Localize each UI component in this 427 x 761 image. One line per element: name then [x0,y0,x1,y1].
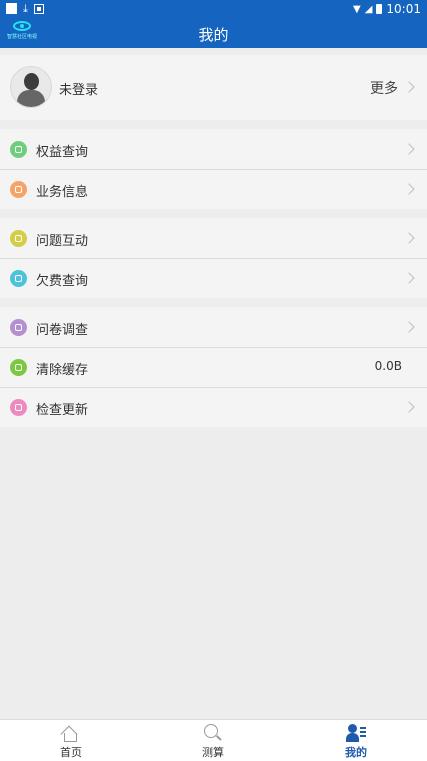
signal-icon: ◢ [364,3,373,15]
menu-item-question-interaction[interactable]: 问题互动 [0,218,427,258]
update-icon [10,399,27,416]
menu-item-survey[interactable]: 问卷调查 [0,307,427,347]
search-icon [204,724,218,738]
chevron-right-icon [403,183,415,195]
download-icon: ⤓ [23,2,28,15]
chevron-right-icon [403,81,415,93]
business-icon [10,181,27,198]
menu-group-1: 权益查询 业务信息 [0,129,427,209]
chevron-right-icon [403,272,415,284]
chevron-right-icon [403,143,415,155]
tab-mine[interactable]: 我的 [285,720,427,761]
menu-item-label: 问卷调查 [36,323,89,338]
notification-square-icon [6,3,17,14]
status-time: 10:01 [386,2,421,16]
tab-calculate[interactable]: 测算 [142,720,284,761]
menu-item-check-update[interactable]: 检查更新 [0,387,427,427]
avatar[interactable] [10,66,52,108]
menu-item-business-info[interactable]: 业务信息 [0,169,427,209]
tab-label: 测算 [202,746,224,759]
battery-icon [376,4,383,14]
survey-icon [10,319,27,336]
menu-item-label: 权益查询 [36,145,89,160]
rights-icon [10,141,27,158]
menu-item-clear-cache[interactable]: 清除缓存 0.0B [0,347,427,387]
menu-item-arrears-query[interactable]: 欠费查询 [0,258,427,298]
image-notification-icon [33,3,44,14]
interaction-icon [10,230,27,247]
status-bar: ⤓ ▼ ◢ 10:01 [0,0,427,18]
home-icon [60,725,78,743]
menu-item-label: 业务信息 [36,185,89,200]
menu-item-label: 欠费查询 [36,274,89,289]
menu-group-3: 问卷调查 清除缓存 0.0B 检查更新 [0,307,427,427]
title-bar: 智慧社区电视 我的 [0,18,427,48]
chevron-right-icon [403,321,415,333]
more-link[interactable]: 更多 [370,78,398,98]
login-status[interactable]: 未登录 [59,79,98,98]
cache-icon [10,359,27,376]
cache-size-value: 0.0B [374,359,402,373]
menu-group-2: 问题互动 欠费查询 [0,218,427,298]
menu-item-rights-query[interactable]: 权益查询 [0,129,427,169]
chevron-right-icon [403,401,415,413]
tab-label: 首页 [60,746,82,759]
chevron-right-icon [403,232,415,244]
bottom-navigation: 首页 测算 我的 [0,719,427,761]
arrears-icon [10,270,27,287]
wifi-icon: ▼ [353,3,361,15]
menu-item-label: 问题互动 [36,234,89,249]
menu-item-label: 检查更新 [36,403,89,418]
user-icon [346,724,368,742]
tab-label: 我的 [345,746,367,759]
tab-home[interactable]: 首页 [0,720,142,761]
page-title: 我的 [198,26,229,44]
profile-card[interactable]: 未登录 更多 [0,55,427,120]
menu-item-label: 清除缓存 [36,363,89,378]
